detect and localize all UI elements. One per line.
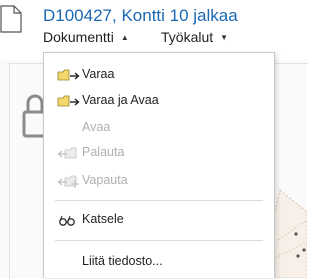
menu-item-label: Vapauta bbox=[82, 173, 128, 187]
tools-menu-label: Työkalut bbox=[161, 29, 214, 45]
menu-item-avaa: Avaa bbox=[44, 117, 274, 139]
menu-item-label: Varaa ja Avaa bbox=[82, 93, 159, 107]
menu-item-liita-tiedosto[interactable]: Liitä tiedosto... bbox=[44, 251, 274, 273]
menu-item-katsele[interactable]: Katsele bbox=[44, 209, 274, 231]
document-title-link[interactable]: D100427, Kontti 10 jalkaa bbox=[43, 6, 238, 26]
menu-item-label: Liitä tiedosto... bbox=[82, 254, 163, 268]
header: D100427, Kontti 10 jalkaa Dokumentti ▲ Ty… bbox=[0, 0, 307, 60]
caret-down-icon: ▼ bbox=[220, 33, 229, 42]
menu-item-label: Katsele bbox=[82, 212, 124, 226]
documents-menu-button[interactable]: Dokumentti ▲ bbox=[43, 29, 129, 45]
menu-item-varaa-ja-avaa[interactable]: Varaa ja Avaa bbox=[44, 90, 274, 112]
document-icon bbox=[0, 5, 22, 33]
folder-arrow-icon bbox=[57, 95, 80, 107]
document-dropdown-menu: Varaa Varaa ja Avaa Avaa Palauta Vapauta bbox=[43, 52, 275, 278]
documents-menu-label: Dokumentti bbox=[43, 29, 114, 45]
menu-separator bbox=[55, 240, 263, 241]
folder-arrow-icon bbox=[57, 69, 80, 81]
tools-menu-button[interactable]: Työkalut ▼ bbox=[161, 29, 228, 45]
menu-item-label: Varaa bbox=[82, 67, 115, 81]
caret-up-icon: ▲ bbox=[120, 33, 129, 42]
folder-return-icon bbox=[57, 147, 77, 159]
menu-item-palauta: Palauta bbox=[44, 142, 274, 164]
glasses-icon bbox=[59, 215, 75, 226]
menu-item-vapauta: Vapauta bbox=[44, 170, 274, 192]
menu-item-label: Avaa bbox=[82, 120, 111, 134]
menu-item-varaa[interactable]: Varaa bbox=[44, 64, 274, 86]
menu-item-label: Palauta bbox=[82, 145, 125, 159]
folder-release-icon bbox=[57, 175, 79, 188]
menu-separator bbox=[55, 200, 263, 201]
